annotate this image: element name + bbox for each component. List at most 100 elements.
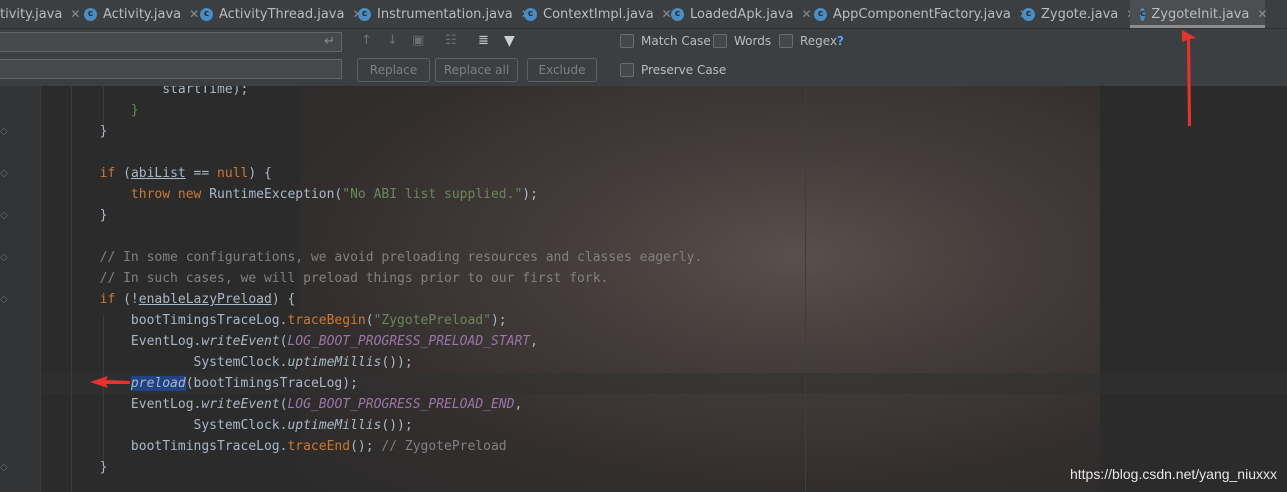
- code-line: SystemClock.uptimeMillis());: [37, 415, 413, 436]
- code-line-text: preload(bootTimingsTraceLog);: [130, 376, 358, 391]
- search-input[interactable]: ↵: [0, 32, 342, 52]
- close-icon[interactable]: ✕: [189, 7, 199, 21]
- tab-instrumentation[interactable]: c Instrumentation.java ✕: [358, 0, 531, 28]
- java-class-icon: c: [358, 7, 371, 21]
- code-line: bootTimingsTraceLog.traceEnd(); // Zygot…: [37, 436, 507, 457]
- regex-help-link[interactable]: ?: [837, 34, 844, 48]
- checkbox-box[interactable]: [620, 63, 634, 77]
- annotation-arrow-icon: [90, 376, 130, 388]
- java-class-icon: c: [671, 7, 684, 21]
- code-line: }: [37, 100, 139, 121]
- annotation-arrow-icon: [1182, 30, 1196, 126]
- string-literal: "No ABI list supplied.": [342, 187, 523, 202]
- code-line-text: if (abiList == null) {: [99, 166, 272, 181]
- code-comment-line: // In such cases, we will preload things…: [37, 268, 609, 289]
- code-line-text: // In some configurations, we avoid prel…: [37, 250, 703, 265]
- java-class-icon: c: [814, 7, 827, 21]
- code-line-text: }: [37, 103, 139, 118]
- tab-zygote-init[interactable]: c ZygoteInit.java ✕: [1130, 0, 1267, 28]
- fold-marker-icon[interactable]: ◇: [0, 168, 8, 179]
- tab-activity-partial[interactable]: tivity.java ✕: [0, 0, 80, 28]
- tab-activity-thread[interactable]: c ActivityThread.java ✕: [200, 0, 363, 28]
- preserve-case-checkbox[interactable]: Preserve Case: [620, 63, 726, 77]
- constant-field: LOG_BOOT_PROGRESS_PRELOAD_END: [287, 397, 515, 412]
- fold-marker-icon[interactable]: ◇: [0, 126, 8, 137]
- watermark: https://blog.csdn.net/yang_niuxxx: [1069, 466, 1277, 482]
- code-line: startTime);: [37, 86, 248, 100]
- method-call: traceEnd: [287, 439, 351, 454]
- exclude-button[interactable]: Exclude: [527, 58, 597, 82]
- java-class-icon: c: [524, 7, 537, 21]
- tab-label: ActivityThread.java: [219, 6, 345, 22]
- constant-field: LOG_BOOT_PROGRESS_PRELOAD_START: [287, 334, 531, 349]
- close-icon[interactable]: ✕: [801, 7, 811, 21]
- regex-label: Regex: [800, 34, 838, 48]
- tab-context-impl[interactable]: c ContextImpl.java ✕: [524, 0, 672, 28]
- select-all-occurrences-icon[interactable]: ▣: [412, 33, 424, 48]
- keyword: new: [177, 187, 202, 202]
- new-line-icon[interactable]: ↵: [324, 34, 335, 49]
- code-line-text: }: [37, 208, 108, 223]
- close-icon[interactable]: ✕: [1257, 7, 1267, 21]
- checkbox-box[interactable]: [713, 34, 727, 48]
- tab-label: ContextImpl.java: [543, 6, 654, 22]
- code-line-text: // In such cases, we will preload things…: [37, 271, 609, 286]
- right-margin-guide: [805, 86, 806, 492]
- match-case-checkbox[interactable]: Match Case: [620, 34, 711, 48]
- editor-tab-bar: tivity.java ✕ c Activity.java ✕ c Activi…: [0, 0, 1287, 29]
- static-method: writeEvent: [201, 334, 280, 349]
- code-line-text: SystemClock.uptimeMillis());: [37, 355, 413, 370]
- code-comment-line: // In some configurations, we avoid prel…: [37, 247, 703, 268]
- checkbox-box[interactable]: [779, 34, 793, 48]
- field-ref: abiList: [130, 166, 186, 181]
- code-line-text: bootTimingsTraceLog.traceEnd(); // Zygot…: [37, 439, 507, 454]
- regex-checkbox[interactable]: Regex: [779, 34, 837, 48]
- replace-input[interactable]: [0, 59, 342, 79]
- code-line-text: SystemClock.uptimeMillis());: [37, 418, 413, 433]
- words-checkbox[interactable]: Words: [713, 34, 771, 48]
- tab-activity[interactable]: c Activity.java ✕: [84, 0, 199, 28]
- inline-comment: // ZygotePreload: [381, 439, 507, 454]
- filter-icon[interactable]: ▼: [504, 33, 515, 49]
- code-line-text: }: [37, 460, 108, 475]
- keyword: if: [99, 166, 116, 181]
- fold-marker-icon[interactable]: ◇: [0, 294, 8, 305]
- method-call: traceBegin: [287, 313, 366, 328]
- preserve-case-label: Preserve Case: [641, 63, 727, 77]
- code-line: }: [37, 121, 108, 142]
- code-line-text: }: [37, 124, 108, 139]
- checkbox-box[interactable]: [620, 34, 634, 48]
- java-class-icon: c: [200, 7, 213, 21]
- replace-button[interactable]: Replace: [357, 58, 430, 82]
- code-editor[interactable]: ◇ ◇ ◇ ◇ ◇ ◇ startTime); } } if (abiList …: [0, 86, 1287, 492]
- code-line: EventLog.writeEvent(LOG_BOOT_PROGRESS_PR…: [37, 394, 522, 415]
- tab-label: Instrumentation.java: [377, 6, 513, 22]
- fold-marker-icon[interactable]: ◇: [0, 462, 8, 473]
- selected-method-preload[interactable]: preload: [130, 376, 186, 391]
- code-line-text: EventLog.writeEvent(LOG_BOOT_PROGRESS_PR…: [37, 397, 523, 412]
- next-occurrence-icon[interactable]: ↓: [387, 33, 398, 48]
- tab-zygote[interactable]: c Zygote.java ✕: [1022, 0, 1136, 28]
- tab-app-component-factory[interactable]: c AppComponentFactory.java ✕: [814, 0, 1029, 28]
- fold-marker-icon[interactable]: ◇: [0, 210, 8, 221]
- words-label: Words: [734, 34, 772, 48]
- string-literal: "ZygotePreload": [373, 313, 491, 328]
- tab-loaded-apk[interactable]: c LoadedApk.java ✕: [671, 0, 812, 28]
- java-class-icon: c: [1022, 7, 1035, 21]
- tab-label: Zygote.java: [1041, 6, 1119, 22]
- java-class-icon: c: [84, 7, 97, 21]
- code-line-text: EventLog.writeEvent(LOG_BOOT_PROGRESS_PR…: [37, 334, 538, 349]
- close-icon[interactable]: ✕: [70, 7, 80, 21]
- tab-label: Activity.java: [103, 6, 182, 22]
- static-method: uptimeMillis: [287, 418, 382, 433]
- add-selection-icon[interactable]: ☷: [445, 33, 457, 48]
- fold-marker-icon[interactable]: ◇: [0, 252, 8, 263]
- code-line-text: throw new RuntimeException("No ABI list …: [130, 187, 538, 202]
- code-line: if (abiList == null) {: [37, 163, 272, 184]
- in-selection-icon[interactable]: ≣: [478, 33, 489, 48]
- static-method: uptimeMillis: [287, 355, 382, 370]
- tab-label: tivity.java: [0, 6, 63, 22]
- previous-occurrence-icon[interactable]: ↑: [361, 33, 372, 48]
- code-line-current: preload(bootTimingsTraceLog);: [37, 373, 358, 394]
- replace-all-button[interactable]: Replace all: [435, 58, 518, 82]
